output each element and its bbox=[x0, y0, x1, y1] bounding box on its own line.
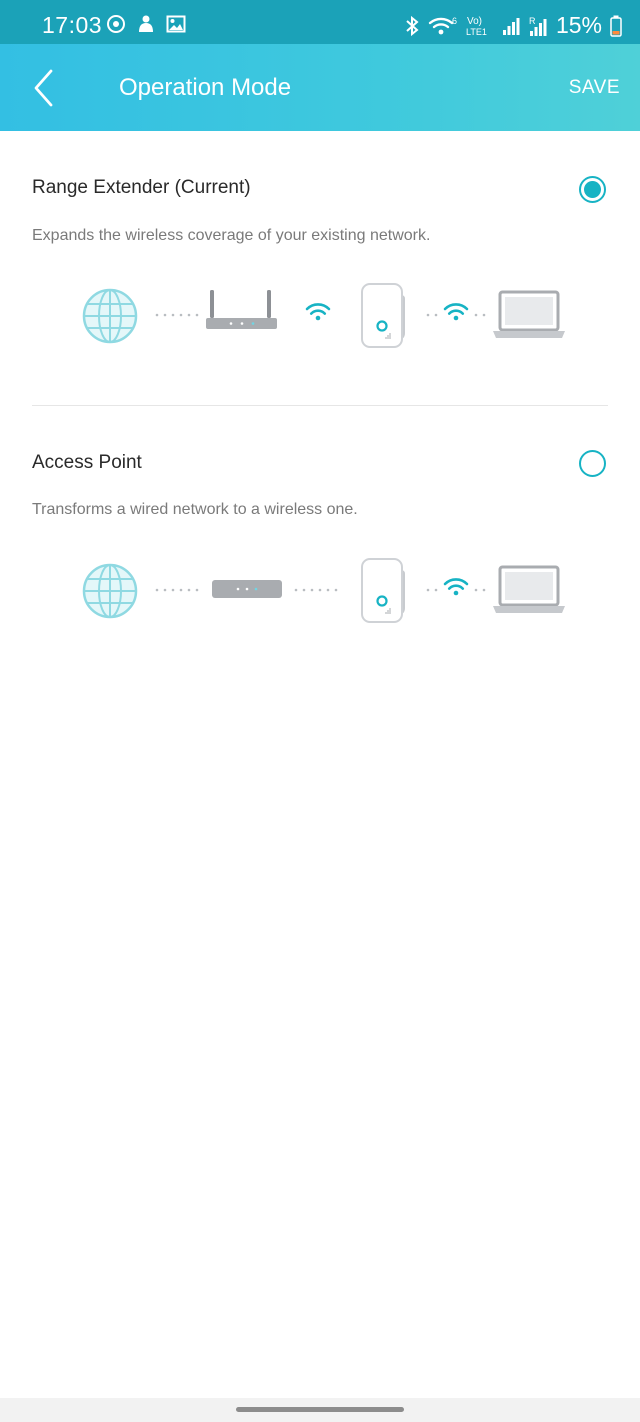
battery-percentage: 15% bbox=[555, 12, 602, 38]
extender-icon bbox=[360, 557, 407, 624]
extender-icon bbox=[360, 282, 407, 349]
wifi-icon: 6 bbox=[428, 16, 457, 34]
wired-connection-dots bbox=[294, 588, 338, 592]
wifi-icon bbox=[443, 578, 469, 597]
person-icon bbox=[139, 15, 153, 32]
network-type: LTE1 bbox=[466, 27, 487, 37]
wired-connection-dots bbox=[155, 588, 199, 592]
globe-icon bbox=[82, 563, 138, 619]
wired-connection-dots bbox=[155, 313, 199, 317]
option-title-range-extender[interactable]: Range Extender (Current) bbox=[32, 177, 251, 199]
connection-dots bbox=[426, 588, 438, 592]
wifi-icon bbox=[305, 303, 331, 322]
connection-dots bbox=[426, 313, 438, 317]
connection-dots bbox=[474, 313, 486, 317]
back-button[interactable] bbox=[28, 68, 62, 108]
page-title: Operation Mode bbox=[119, 74, 292, 101]
connection-dots bbox=[474, 588, 486, 592]
radio-range-extender[interactable] bbox=[579, 176, 606, 203]
roaming-badge: R bbox=[529, 16, 536, 26]
battery-icon bbox=[610, 15, 622, 37]
option-description-access-point: Transforms a wired network to a wireless… bbox=[32, 501, 358, 518]
laptop-icon bbox=[491, 290, 567, 340]
status-bar: 17:03 6 Vo) LTE1 R 15% bbox=[0, 0, 640, 44]
router-icon bbox=[206, 290, 277, 329]
save-button[interactable]: SAVE bbox=[569, 77, 620, 99]
volte-label: Vo) bbox=[467, 16, 482, 27]
status-right-icons: 6 Vo) LTE1 R 15% bbox=[404, 12, 622, 39]
radio-access-point[interactable] bbox=[579, 450, 606, 477]
volte-icon: Vo) LTE1 bbox=[466, 16, 487, 37]
laptop-icon bbox=[491, 565, 567, 615]
divider bbox=[32, 405, 608, 406]
option-title-access-point[interactable]: Access Point bbox=[32, 452, 142, 474]
back-arrow-icon bbox=[34, 69, 53, 107]
system-nav-bar bbox=[0, 1398, 640, 1422]
app-bar: Operation Mode SAVE bbox=[0, 44, 640, 131]
location-sync-icon bbox=[107, 15, 125, 33]
modem-icon bbox=[212, 580, 282, 598]
image-icon bbox=[166, 15, 186, 33]
wifi-icon bbox=[443, 303, 469, 322]
home-indicator[interactable] bbox=[236, 1407, 404, 1412]
option-description-range-extender: Expands the wireless coverage of your ex… bbox=[32, 227, 431, 244]
range-extender-diagram bbox=[82, 282, 567, 349]
status-time: 17:03 bbox=[42, 12, 103, 38]
signal-icon bbox=[502, 17, 520, 35]
access-point-diagram bbox=[82, 557, 567, 624]
bluetooth-icon bbox=[406, 15, 419, 36]
wifi-badge: 6 bbox=[452, 16, 457, 26]
signal-roaming-icon: R bbox=[529, 16, 547, 36]
globe-icon bbox=[82, 288, 138, 344]
status-left-icons bbox=[106, 14, 186, 34]
